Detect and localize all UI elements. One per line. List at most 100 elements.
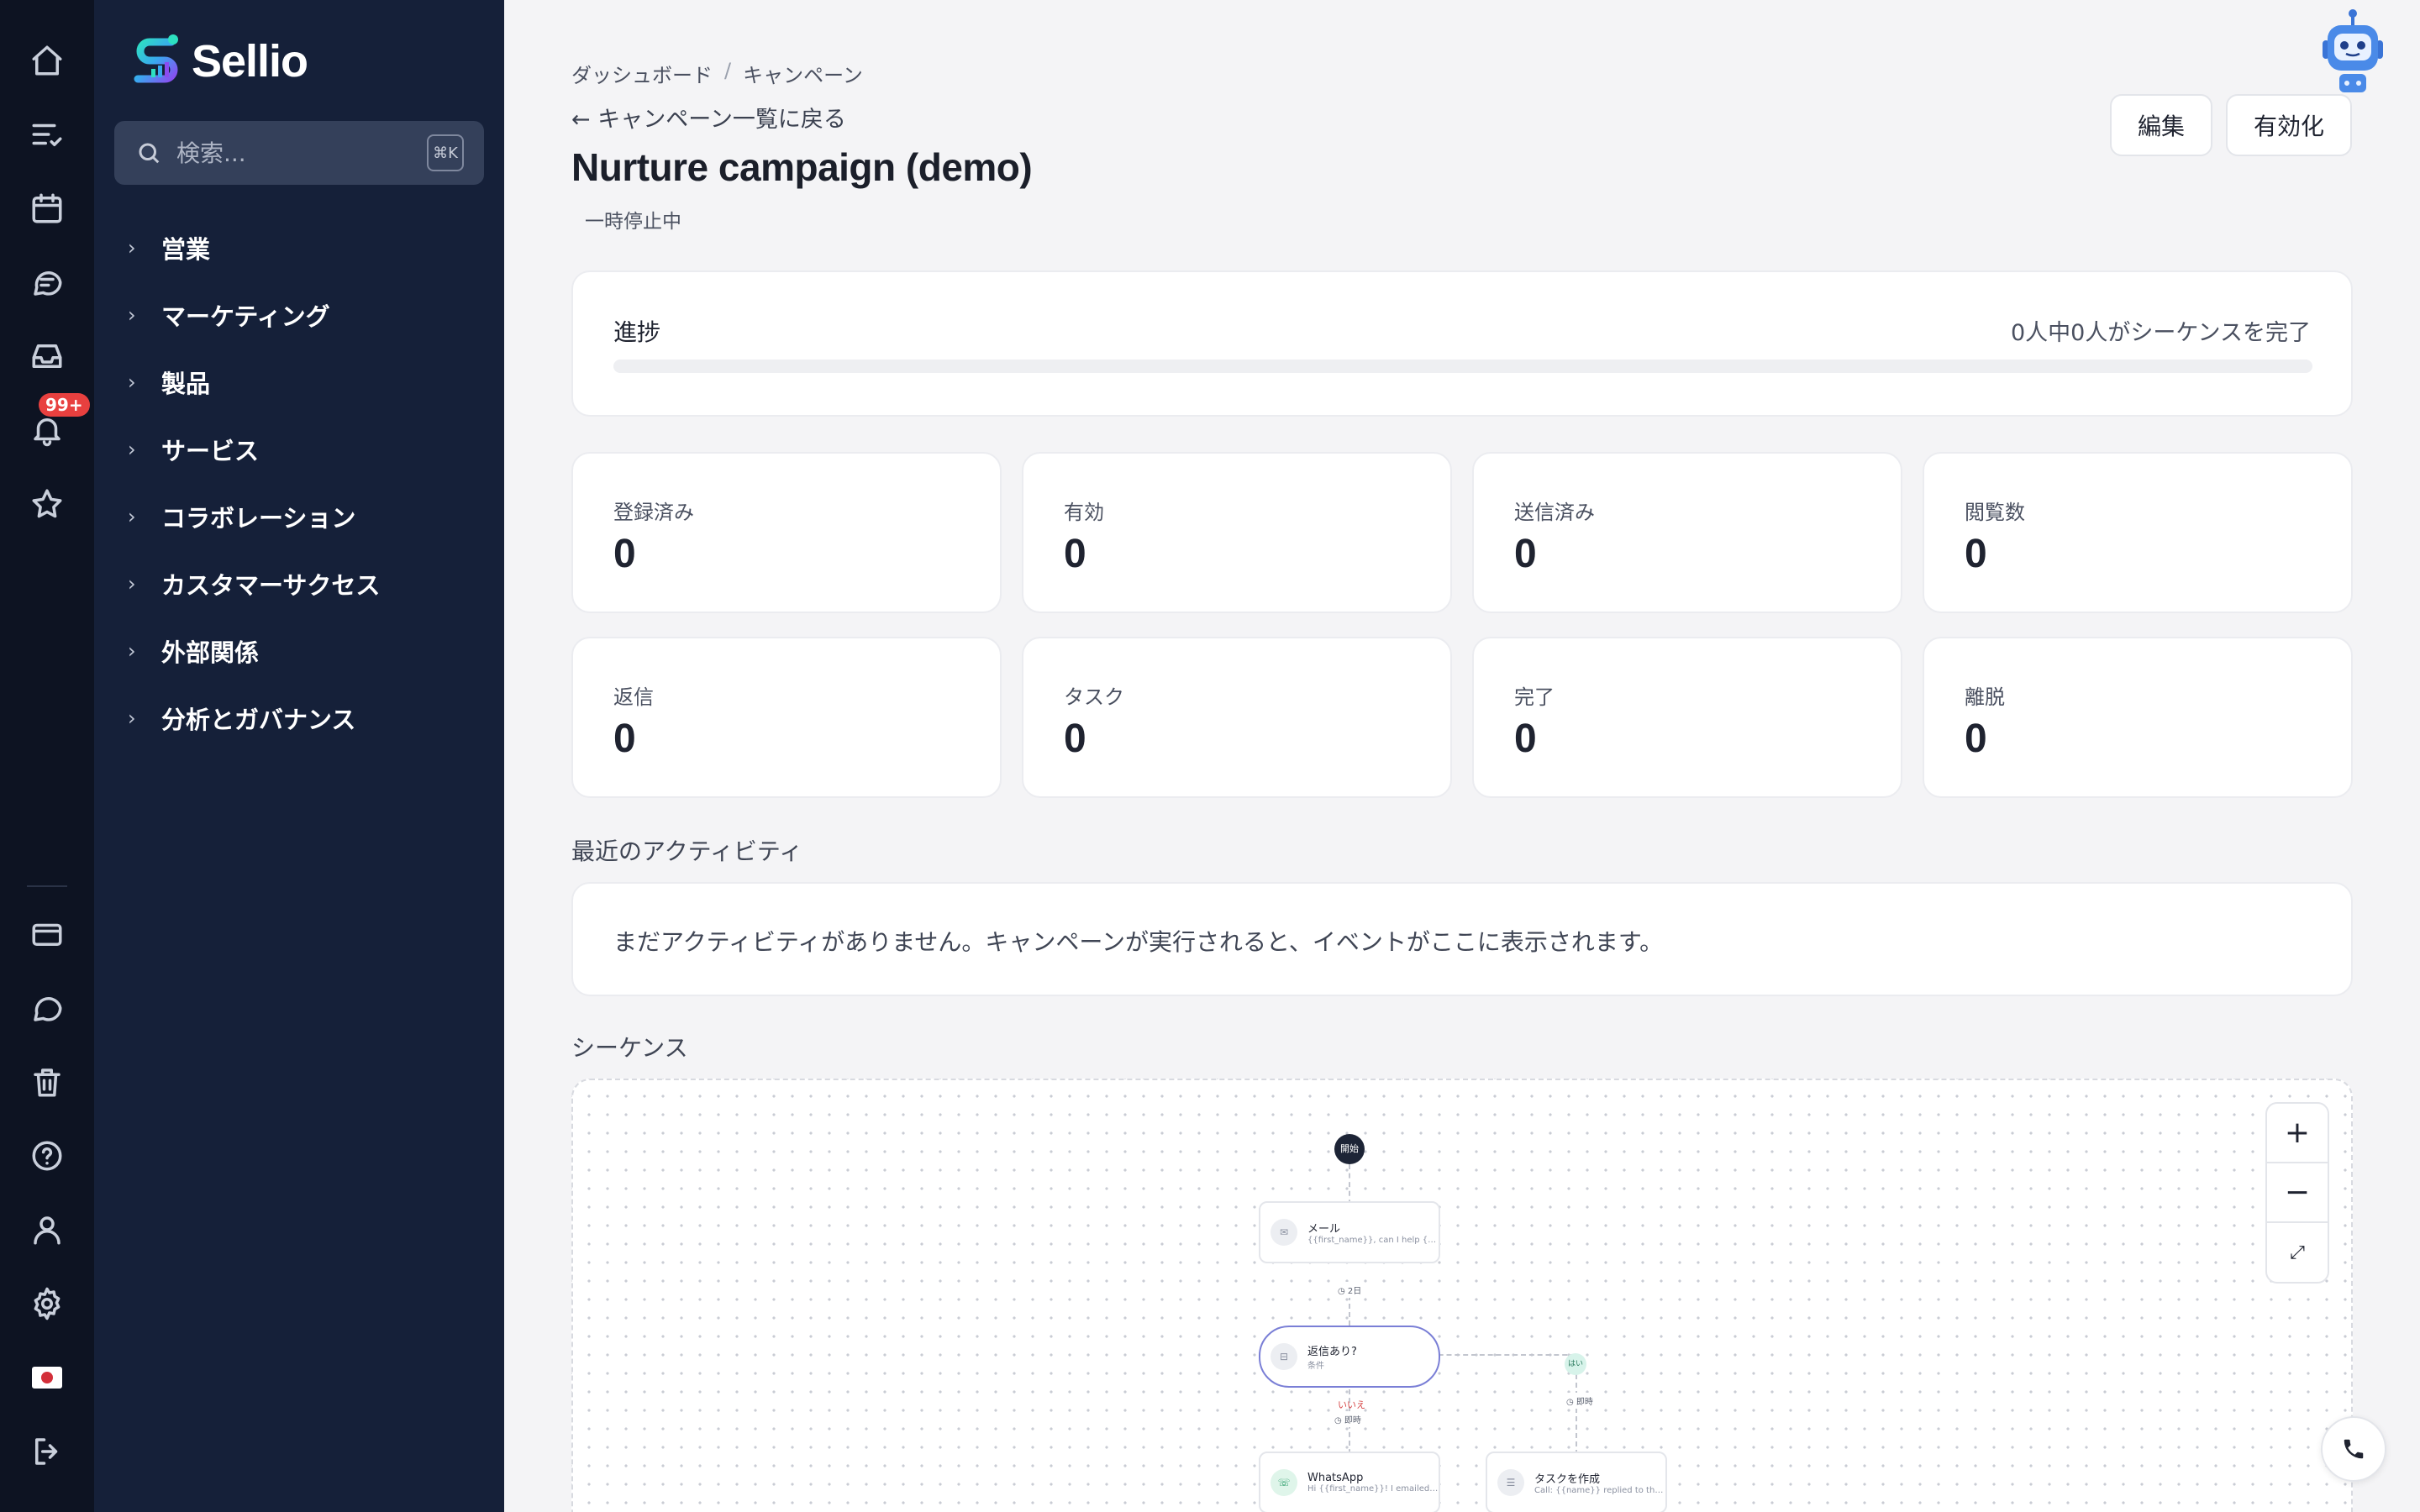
stat-value: 0 xyxy=(1514,717,1537,761)
app-name: Sellio xyxy=(192,36,308,87)
fit-view-button[interactable]: ⤢ xyxy=(2267,1223,2328,1283)
task-icon: ☰ xyxy=(1497,1469,1524,1496)
stat-card-enrolled: 登録済み 0 xyxy=(571,452,1002,613)
stat-card-completed: 完了 0 xyxy=(1472,637,1902,798)
settings-gear-icon[interactable] xyxy=(22,1278,72,1329)
stat-label: 登録済み xyxy=(613,501,694,524)
stat-label: 閲覧数 xyxy=(1965,501,2025,524)
back-to-campaigns-link[interactable]: ← キャンペーン一覧に戻る xyxy=(571,101,846,134)
trash-icon[interactable] xyxy=(22,1057,72,1107)
progress-summary: 0人中0人がシーケンスを完了 xyxy=(2010,320,2311,346)
sequence-canvas[interactable]: 開始 ✉ メール {{first_name}}, can I help {{..… xyxy=(571,1079,2353,1512)
chevron-right-icon: › xyxy=(128,438,136,461)
recent-activity-card: まだアクティビティがありません。キャンペーンが実行されると、イベントがここに表示… xyxy=(571,882,2353,996)
stat-label: タスク xyxy=(1064,685,1124,709)
delay-pill: ◷ 即時 xyxy=(1329,1411,1366,1427)
sidebar-item-external-relations[interactable]: › 外部関係 xyxy=(128,617,380,685)
sidebar-item-label: 製品 xyxy=(161,370,211,398)
rail-divider xyxy=(27,885,67,887)
stat-value: 0 xyxy=(613,717,636,761)
search-icon xyxy=(139,143,160,164)
mail-icon: ✉ xyxy=(1270,1219,1297,1246)
whatsapp-icon: ☏ xyxy=(1270,1469,1297,1496)
sidebar-item-label: 外部関係 xyxy=(161,638,260,667)
node-subtitle: 条件 xyxy=(1307,1362,1324,1371)
edit-button[interactable]: 編集 xyxy=(2110,94,2212,156)
sidebar-item-label: サービス xyxy=(161,437,260,465)
branch-no-label: いいえ xyxy=(1338,1399,1365,1410)
breadcrumb-dashboard[interactable]: ダッシュボード xyxy=(571,59,713,88)
zoom-out-button[interactable]: − xyxy=(2267,1163,2328,1223)
stat-label: 送信済み xyxy=(1514,501,1595,524)
inbox-icon[interactable] xyxy=(22,331,72,381)
stat-card-tasks: タスク 0 xyxy=(1022,637,1452,798)
stat-card-exited: 離脱 0 xyxy=(1923,637,2353,798)
breadcrumb: ダッシュボード / キャンペーン xyxy=(571,59,863,88)
home-icon[interactable] xyxy=(22,35,72,86)
chevron-right-icon: › xyxy=(128,370,136,394)
chevron-right-icon: › xyxy=(128,639,136,663)
logout-icon[interactable] xyxy=(22,1426,72,1477)
progress-bar xyxy=(613,360,2312,373)
sidebar-nav: › 営業 › マーケティング › 製品 › サービス › コラボレーション › カスタマーサ… xyxy=(128,214,380,752)
sidebar-item-label: 営業 xyxy=(161,235,211,264)
stat-value: 0 xyxy=(613,532,636,576)
sidebar-item-label: 分析とガバナンス xyxy=(161,706,356,734)
stat-card-active: 有効 0 xyxy=(1022,452,1452,613)
sequence-node-whatsapp[interactable]: ☏ WhatsApp Hi {{first_name}}! I emailed … xyxy=(1259,1452,1440,1512)
sidebar-item-customer-success[interactable]: › カスタマーサクセス xyxy=(128,550,380,617)
zoom-in-button[interactable]: + xyxy=(2267,1104,2328,1163)
activity-empty-state: まだアクティビティがありません。キャンペーンが実行されると、イベントがここに表示… xyxy=(613,928,1664,956)
sidebar-item-marketing[interactable]: › マーケティング xyxy=(128,281,380,349)
message-circle-icon[interactable] xyxy=(22,983,72,1033)
breadcrumb-campaigns[interactable]: キャンペーン xyxy=(743,59,863,88)
stat-value: 0 xyxy=(1965,717,1987,761)
chevron-right-icon: › xyxy=(128,236,136,260)
star-icon[interactable] xyxy=(22,479,72,529)
branch-yes-label: はい xyxy=(1565,1353,1586,1375)
sidebar-item-collaboration[interactable]: › コラボレーション xyxy=(128,483,380,550)
stat-label: 有効 xyxy=(1064,501,1104,524)
language-flag-icon[interactable] xyxy=(32,1367,62,1389)
tasks-icon[interactable] xyxy=(22,109,72,160)
billing-card-icon[interactable] xyxy=(22,909,72,959)
sidebar-item-label: カスタマーサクセス xyxy=(161,571,381,600)
search-input[interactable] xyxy=(176,139,420,167)
sidebar-item-service[interactable]: › サービス xyxy=(128,416,380,483)
stat-label: 返信 xyxy=(613,685,654,709)
page-title: Nurture campaign (demo) xyxy=(571,145,1033,189)
stat-label: 完了 xyxy=(1514,685,1555,709)
recent-activity-heading: 最近のアクティビティ xyxy=(571,837,803,865)
sequence-node-condition[interactable]: ⊟ 返信あり? 条件 xyxy=(1259,1326,1440,1388)
node-subtitle: {{first_name}}, can I help {{... xyxy=(1307,1236,1439,1245)
node-subtitle: Call: {{name}} replied to the... xyxy=(1534,1486,1665,1495)
app-logo[interactable]: Sellio xyxy=(129,32,308,91)
connector-line xyxy=(1422,1354,1576,1356)
calendar-icon[interactable] xyxy=(22,183,72,234)
progress-card: 進捗 0人中0人がシーケンスを完了 xyxy=(571,270,2353,417)
search-box[interactable]: ⌘K xyxy=(114,121,484,185)
sidebar-item-analytics-governance[interactable]: › 分析とガバナンス xyxy=(128,685,380,752)
sequence-node-email[interactable]: ✉ メール {{first_name}}, can I help {{... xyxy=(1259,1201,1440,1263)
notification-badge: 99+ xyxy=(39,393,90,417)
sidebar-item-products[interactable]: › 製品 xyxy=(128,349,380,416)
stat-value: 0 xyxy=(1514,532,1537,576)
assistant-bot-icon[interactable] xyxy=(2317,8,2388,101)
chevron-right-icon: › xyxy=(128,706,136,730)
user-icon[interactable] xyxy=(22,1205,72,1255)
main-content: ダッシュボード / キャンペーン ← キャンペーン一覧に戻る Nurture c… xyxy=(504,0,2420,1512)
sequence-start-node[interactable]: 開始 xyxy=(1334,1134,1365,1164)
phone-call-button[interactable] xyxy=(2321,1416,2386,1482)
chat-icon[interactable] xyxy=(22,257,72,307)
sequence-heading: シーケンス xyxy=(571,1034,688,1062)
sidebar-item-label: コラボレーション xyxy=(161,504,356,533)
help-icon[interactable] xyxy=(22,1131,72,1181)
condition-icon: ⊟ xyxy=(1270,1343,1297,1370)
sequence-node-task[interactable]: ☰ タスクを作成 Call: {{name}} replied to the..… xyxy=(1486,1452,1667,1512)
activate-button[interactable]: 有効化 xyxy=(2226,94,2352,156)
delay-pill: ◷ 即時 xyxy=(1561,1393,1598,1409)
sidebar-item-sales[interactable]: › 営業 xyxy=(128,214,380,281)
chevron-right-icon: › xyxy=(128,303,136,327)
sidebar: Sellio ⌘K › 営業 › マーケティング › 製品 › サービス › コラボレーシ… xyxy=(94,0,504,1512)
node-subtitle: Hi {{first_name}}! I emailed ... xyxy=(1307,1484,1439,1494)
